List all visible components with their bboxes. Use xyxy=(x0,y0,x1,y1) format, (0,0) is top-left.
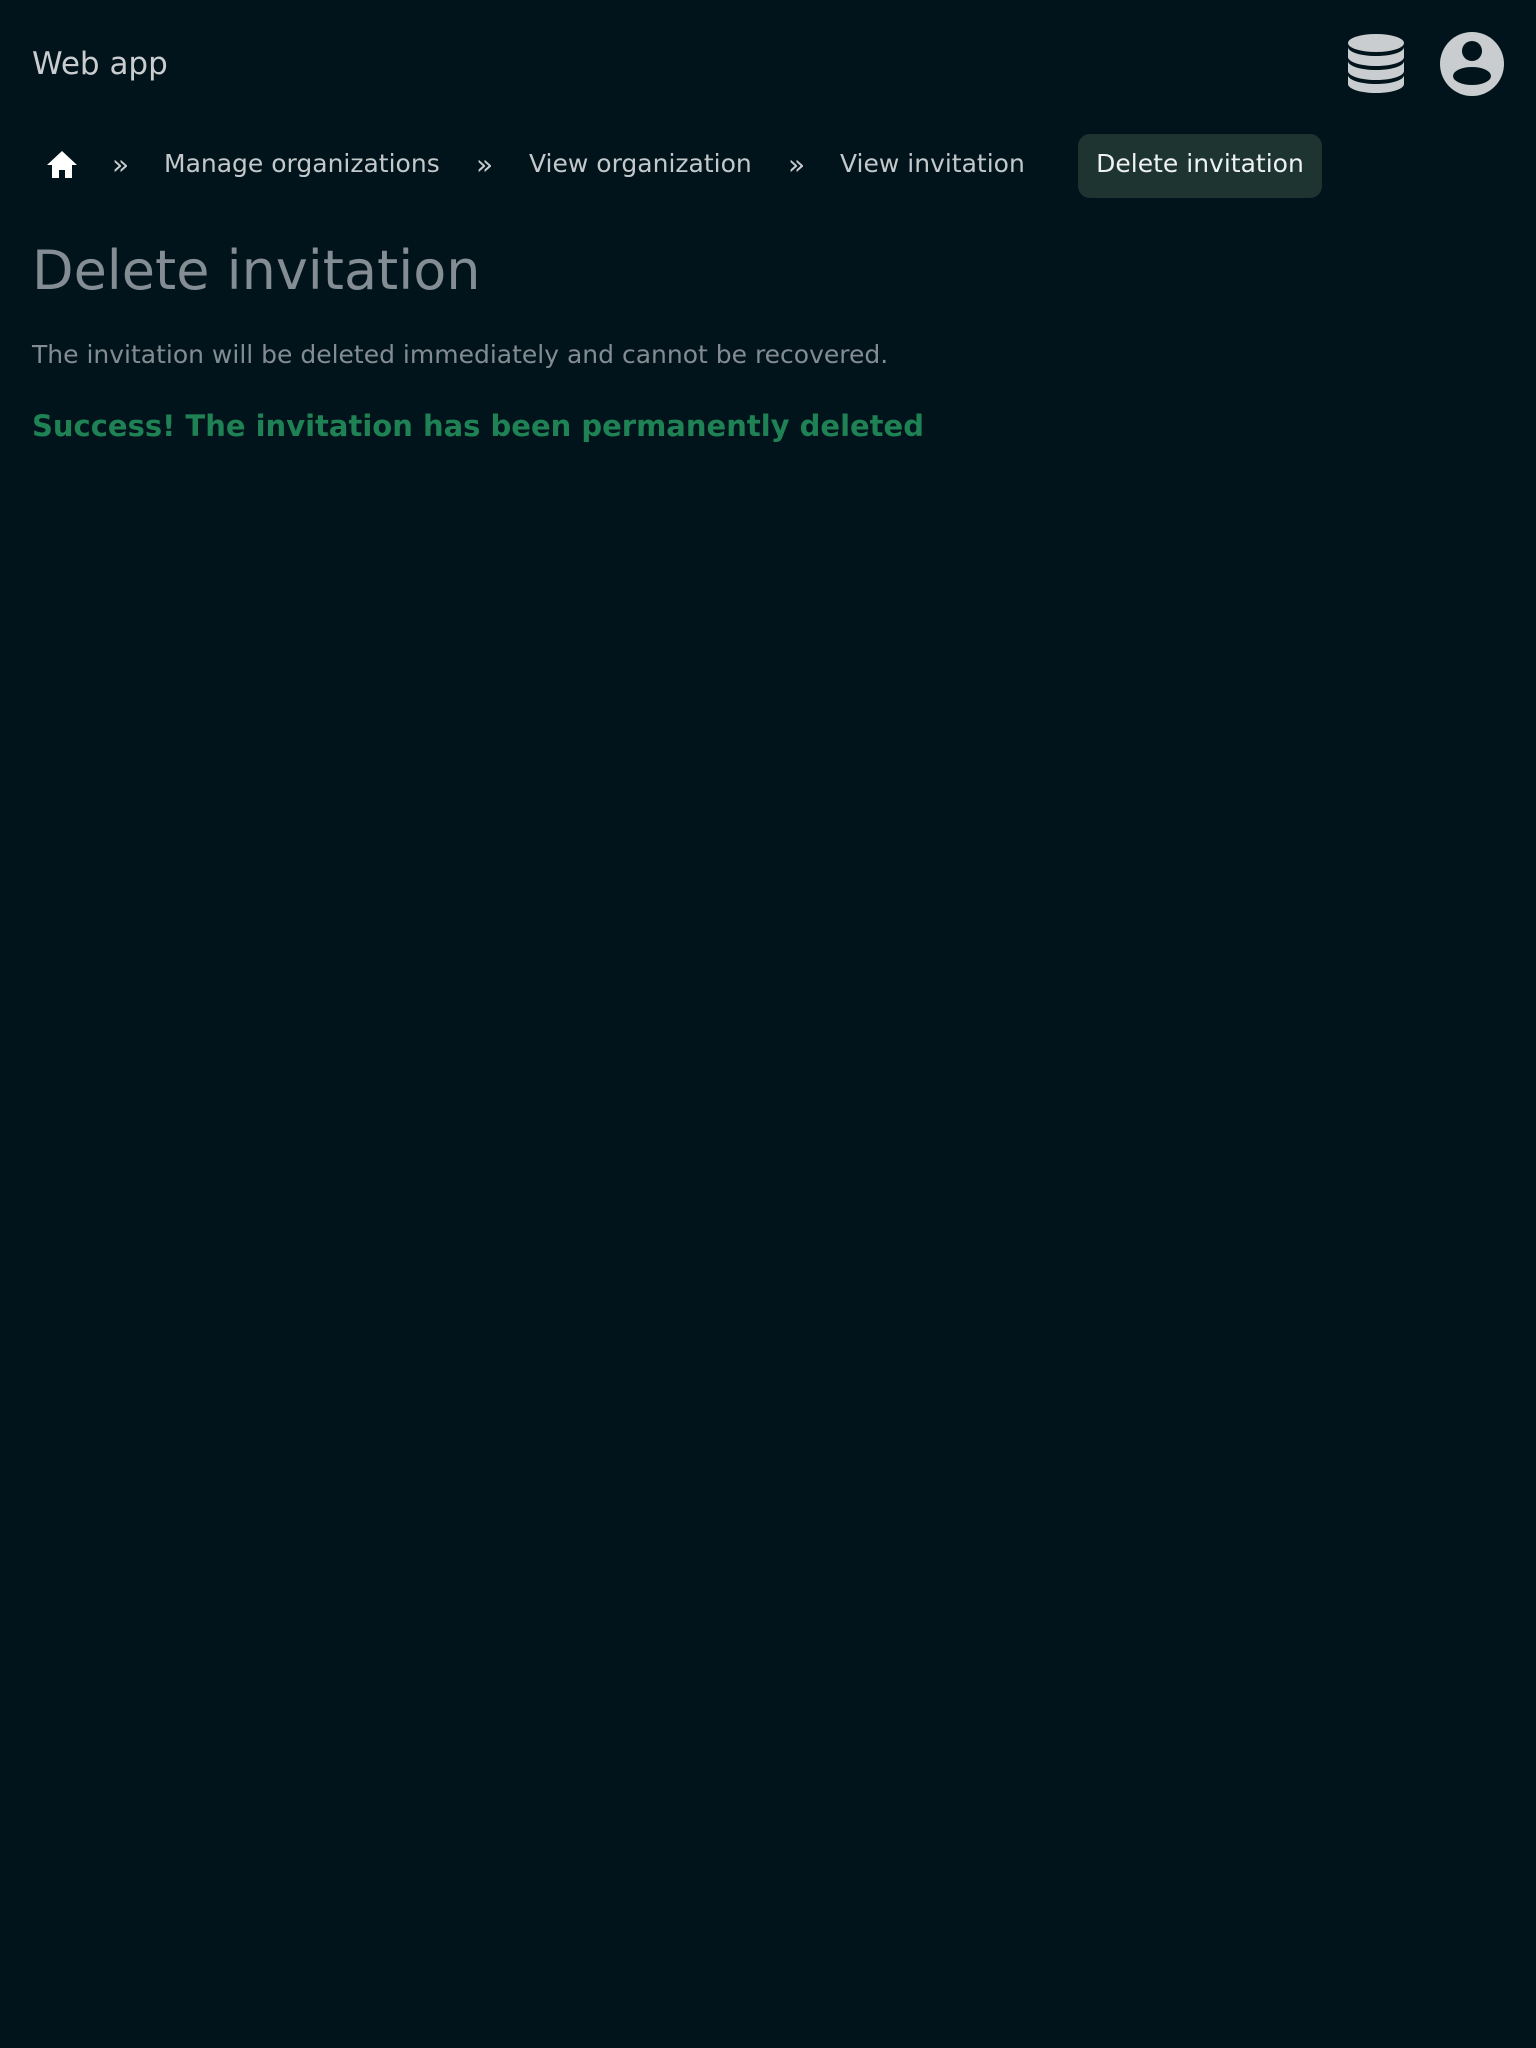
breadcrumb-view-organization[interactable]: View organization xyxy=(529,146,752,182)
breadcrumb-view-invitation[interactable]: View invitation xyxy=(840,146,1025,182)
app-title-link[interactable]: Web app xyxy=(32,40,168,88)
breadcrumb: » Manage organizations » View organizati… xyxy=(32,133,1512,198)
user-account-icon[interactable] xyxy=(1439,31,1505,97)
page-description: The invitation will be deleted immediate… xyxy=(32,340,889,369)
app-header: Web app xyxy=(0,0,1536,128)
breadcrumb-manage-organizations[interactable]: Manage organizations xyxy=(164,146,440,182)
page-title: Delete invitation xyxy=(32,239,481,302)
breadcrumb-current-delete-invitation: Delete invitation xyxy=(1078,134,1322,198)
home-icon[interactable] xyxy=(44,147,80,183)
success-message: Success! The invitation has been permane… xyxy=(32,409,924,443)
breadcrumb-separator: » xyxy=(788,148,806,181)
breadcrumb-separator: » xyxy=(112,148,130,181)
database-icon[interactable] xyxy=(1343,31,1409,97)
breadcrumb-separator: » xyxy=(476,148,494,181)
